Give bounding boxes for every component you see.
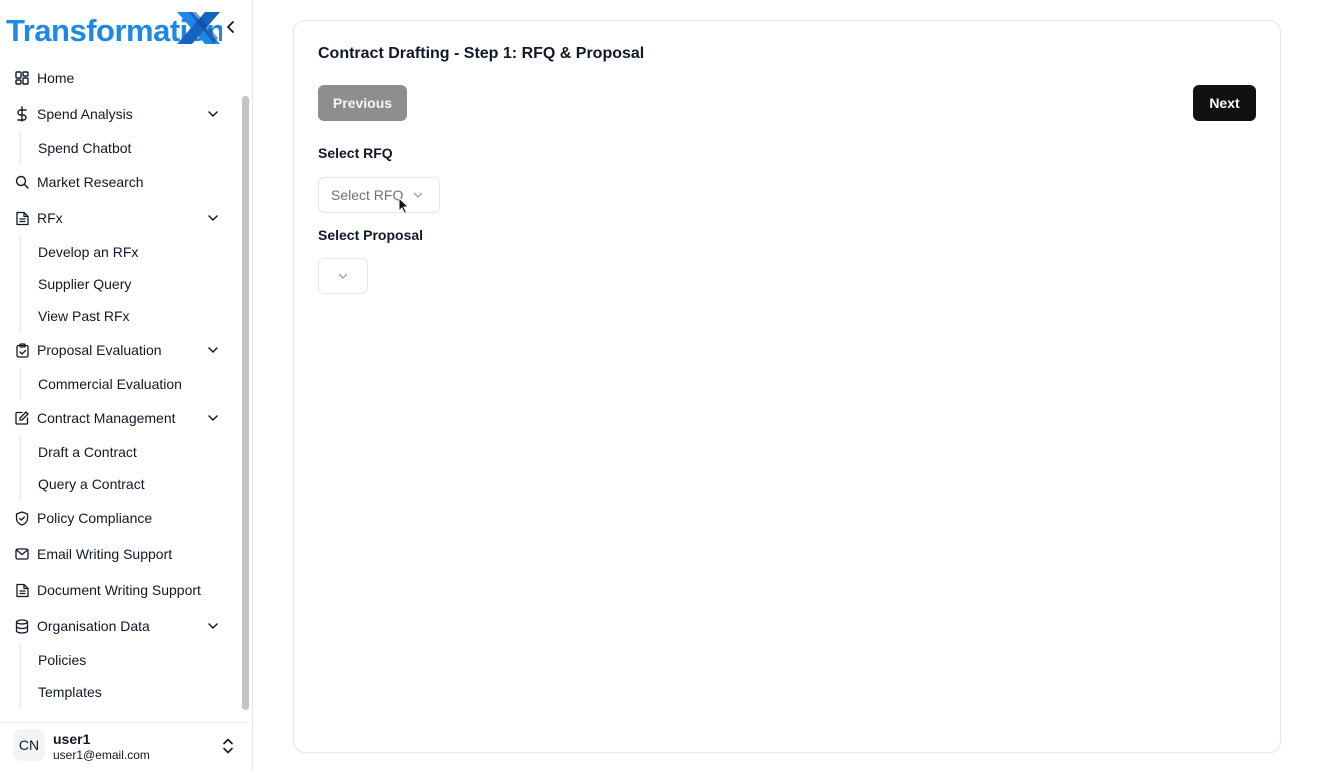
- sidebar-item-market-research[interactable]: Market Research: [0, 164, 236, 200]
- sidebar-item-policy-compliance[interactable]: Policy Compliance: [0, 500, 236, 536]
- sidebar-subitem-query-contract[interactable]: Query a Contract: [21, 468, 236, 500]
- user-email: user1@email.com: [53, 748, 150, 762]
- shield-check-icon: [14, 510, 30, 526]
- contract-drafting-card: Contract Drafting - Step 1: RFQ & Propos…: [293, 20, 1281, 753]
- chevron-down-icon[interactable]: [206, 107, 220, 121]
- file-text-icon: [14, 582, 30, 598]
- sidebar-subitem-draft-contract[interactable]: Draft a Contract: [21, 436, 236, 468]
- chevron-down-icon: [338, 273, 348, 279]
- database-icon: [14, 618, 30, 634]
- next-button[interactable]: Next: [1193, 85, 1256, 121]
- sidebar-item-label: Market Research: [37, 174, 144, 190]
- sidebar-item-label: Email Writing Support: [37, 546, 173, 562]
- page-title: Contract Drafting - Step 1: RFQ & Propos…: [318, 45, 645, 62]
- sidebar-item-email-writing-support[interactable]: Email Writing Support: [0, 536, 236, 572]
- avatar: CN: [13, 729, 45, 761]
- sidebar-collapse-button[interactable]: [222, 17, 240, 37]
- select-proposal-label: Select Proposal: [318, 227, 424, 243]
- sidebar-subitem-commercial-evaluation[interactable]: Commercial Evaluation: [21, 368, 236, 400]
- sidebar-item-contract-management[interactable]: Contract Management: [0, 400, 236, 436]
- submenu-spend-analysis: Spend Chatbot: [20, 132, 236, 164]
- sidebar-item-document-writing-support[interactable]: Document Writing Support: [0, 572, 236, 608]
- sidebar-item-proposal-evaluation[interactable]: Proposal Evaluation: [0, 332, 236, 368]
- sidebar-subitem-templates[interactable]: Templates: [21, 676, 236, 708]
- sidebar-scrollbar-thumb[interactable]: [242, 96, 249, 710]
- previous-button[interactable]: Previous: [318, 85, 407, 121]
- sidebar-item-label: Organisation Data: [37, 618, 150, 634]
- submenu-rfx: Develop an RFx Supplier Query View Past …: [20, 236, 236, 332]
- sidebar-subitem-supplier-query[interactable]: Supplier Query: [21, 268, 236, 300]
- select-proposal-dropdown[interactable]: [318, 258, 368, 294]
- sidebar-item-rfx[interactable]: RFx: [0, 200, 236, 236]
- sidebar-item-spend-analysis[interactable]: Spend Analysis: [0, 96, 236, 132]
- user-name: user1: [53, 731, 91, 747]
- clipboard-check-icon: [14, 342, 30, 358]
- mail-icon: [14, 546, 30, 562]
- chevron-down-icon[interactable]: [206, 411, 220, 425]
- sidebar-item-label: Spend Analysis: [37, 106, 133, 122]
- sidebar-nav: Home Spend Analysis Spend Chatbot Market…: [0, 60, 236, 708]
- sidebar-item-organisation-data[interactable]: Organisation Data: [0, 608, 236, 644]
- sidebar-item-label: Proposal Evaluation: [37, 342, 162, 358]
- chevron-down-icon[interactable]: [206, 343, 220, 357]
- select-rfq-label: Select RFQ: [318, 145, 393, 161]
- sidebar-item-label: Policy Compliance: [37, 510, 153, 526]
- select-rfq-dropdown[interactable]: Select RFQ: [318, 177, 440, 213]
- transformationx-logo: Transformation: [6, 12, 222, 48]
- sidebar-subitem-view-past-rfx[interactable]: View Past RFx: [21, 300, 236, 332]
- sidebar-subitem-spend-chatbot[interactable]: Spend Chatbot: [21, 132, 236, 164]
- sidebar-subitem-policies[interactable]: Policies: [21, 644, 236, 676]
- sidebar-subitem-develop-rfx[interactable]: Develop an RFx: [21, 236, 236, 268]
- submenu-contract-management: Draft a Contract Query a Contract: [20, 436, 236, 500]
- file-text-icon: [14, 210, 30, 226]
- sidebar-item-label: Home: [37, 70, 75, 86]
- chevrons-up-down-icon[interactable]: [220, 737, 236, 755]
- grid-icon: [14, 70, 30, 86]
- sidebar-item-label: Contract Management: [37, 410, 176, 426]
- sidebar-item-home[interactable]: Home: [0, 60, 236, 96]
- chevron-down-icon: [414, 192, 423, 198]
- select-rfq-placeholder: Select RFQ: [331, 187, 404, 203]
- submenu-proposal-evaluation: Commercial Evaluation: [20, 368, 236, 400]
- user-menu[interactable]: CN user1 user1@email.com: [0, 722, 253, 770]
- chevron-down-icon[interactable]: [206, 619, 220, 633]
- sidebar-item-label: Document Writing Support: [37, 582, 201, 598]
- submenu-organisation-data: Policies Templates: [20, 644, 236, 708]
- sidebar-item-label: RFx: [37, 210, 63, 226]
- search-icon: [14, 174, 30, 190]
- chevron-left-icon: [227, 21, 234, 33]
- chevron-down-icon[interactable]: [206, 211, 220, 225]
- dollar-icon: [14, 106, 30, 122]
- edit-icon: [14, 410, 30, 426]
- sidebar: Transformation Home Spend Analysis Spend…: [0, 0, 253, 770]
